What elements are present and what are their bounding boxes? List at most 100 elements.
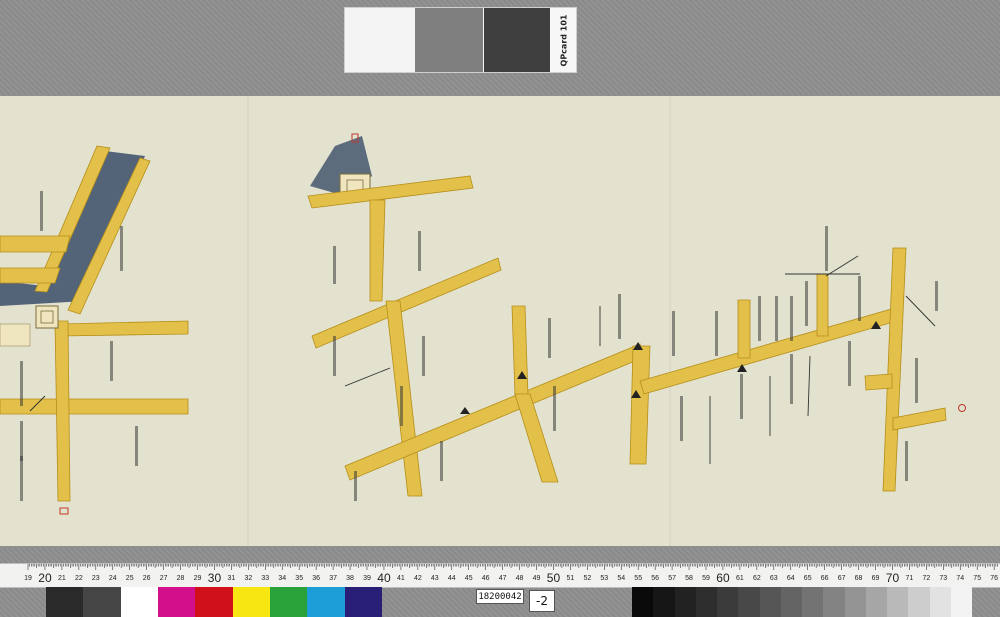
ruler-label: 53: [600, 575, 608, 582]
ruler-label: 65: [804, 575, 812, 582]
ruler-label: 34: [278, 575, 286, 582]
road: [629, 345, 651, 465]
ruler-label: 75: [973, 575, 981, 582]
gray-swatch-light: [345, 8, 415, 72]
ruler-label: 23: [92, 575, 100, 582]
ruler-label: 40: [377, 571, 391, 585]
map-sheet: [0, 96, 1000, 546]
ruler-label: 58: [685, 575, 693, 582]
gray-swatch-dark: [484, 8, 550, 72]
catalog-id-label: 18200042: [476, 589, 524, 604]
ruler-label: 72: [922, 575, 930, 582]
ruler-label: 60: [716, 571, 730, 585]
ruler-label: 56: [651, 575, 659, 582]
road: [54, 320, 71, 502]
road: [59, 320, 189, 337]
ruler-label: 57: [668, 575, 676, 582]
ruler-label: 49: [533, 575, 541, 582]
ruler-label: 42: [414, 575, 422, 582]
color-patch: [83, 587, 121, 617]
color-patch: [344, 587, 382, 617]
card-brand: QPcard 101: [550, 8, 577, 72]
right-map-section: [307, 133, 966, 501]
road: [385, 300, 423, 497]
ruler-label: 21: [58, 575, 66, 582]
ruler-label: 41: [397, 575, 405, 582]
road: [892, 407, 947, 431]
ruler-label: 68: [855, 575, 863, 582]
left-map-section: [0, 145, 189, 515]
color-patch: [157, 587, 196, 617]
color-calibration-strip: [46, 587, 382, 617]
gray-scale-card: QPcard 101: [344, 7, 577, 73]
road: [344, 343, 643, 481]
color-patch: [269, 587, 308, 617]
building-block: [0, 323, 31, 347]
ruler-label: 63: [770, 575, 778, 582]
color-patch: [232, 587, 270, 617]
ruler-label: 71: [906, 575, 914, 582]
ruler-label: 52: [583, 575, 591, 582]
gray-swatch-mid: [415, 8, 483, 72]
road: [514, 393, 559, 483]
road: [369, 199, 386, 302]
ruler-label: 25: [126, 575, 134, 582]
ruler-label: 37: [329, 575, 337, 582]
ruler-label: 54: [617, 575, 625, 582]
ruler-label: 76: [990, 575, 998, 582]
ruler-label: 59: [702, 575, 710, 582]
ruler-label: 38: [346, 575, 354, 582]
road: [0, 398, 189, 415]
ruler-label: 24: [109, 575, 117, 582]
ruler-label: 47: [499, 575, 507, 582]
road: [511, 305, 529, 397]
road: [864, 373, 893, 391]
ruler-label: 45: [465, 575, 473, 582]
road: [0, 235, 71, 253]
ruler-label: 29: [194, 575, 202, 582]
ruler-label: 43: [431, 575, 439, 582]
ruler-label: 67: [838, 575, 846, 582]
ruler-label: 55: [634, 575, 642, 582]
ruler-label: 39: [363, 575, 371, 582]
ruler-label: 33: [261, 575, 269, 582]
ruler-label: 30: [208, 571, 222, 585]
road: [0, 267, 61, 284]
road: [816, 273, 829, 337]
ruler-label: 19: [24, 575, 32, 582]
ruler-label: 66: [821, 575, 829, 582]
ruler-label: 62: [753, 575, 761, 582]
measuring-ruler: 19 20 21 22 23 24 25 26 27 28 29 30 31 32 33 34 35 36 37 38…: [0, 563, 1000, 588]
ruler-scale: 19 20 21 22 23 24 25 26 27 28 29 30 31 32 33 34 35 36 37 38…: [24, 564, 998, 585]
card-brand-text: QPcard 101: [559, 14, 568, 66]
ruler-label: 46: [482, 575, 490, 582]
ruler-label: 61: [736, 575, 744, 582]
road: [737, 299, 751, 359]
ruler-label: 64: [787, 575, 795, 582]
color-patch: [120, 587, 158, 617]
color-patch: [307, 587, 345, 617]
ruler-label: 44: [448, 575, 456, 582]
color-patch: [195, 587, 233, 617]
ruler-label: 48: [516, 575, 524, 582]
ruler-label: 69: [872, 575, 880, 582]
road: [882, 247, 907, 492]
ruler-label: 70: [886, 571, 900, 585]
ruler-label: 22: [75, 575, 83, 582]
road: [311, 257, 502, 349]
ruler-label: 26: [143, 575, 151, 582]
gate-structure: [35, 305, 59, 329]
color-patch: [46, 587, 84, 617]
end-marker: [958, 404, 966, 412]
ruler-label: 74: [956, 575, 964, 582]
ruler-label: 51: [567, 575, 575, 582]
ruler-label: 35: [295, 575, 303, 582]
ruler-label: 28: [177, 575, 185, 582]
sheet-number-label: -2: [529, 590, 555, 612]
end-marker: [59, 507, 69, 515]
ruler-label: 20: [38, 571, 52, 585]
ruler-label: 32: [244, 575, 252, 582]
ruler-label: 27: [160, 575, 168, 582]
ruler-label: 73: [939, 575, 947, 582]
map-drawing: [0, 96, 966, 546]
